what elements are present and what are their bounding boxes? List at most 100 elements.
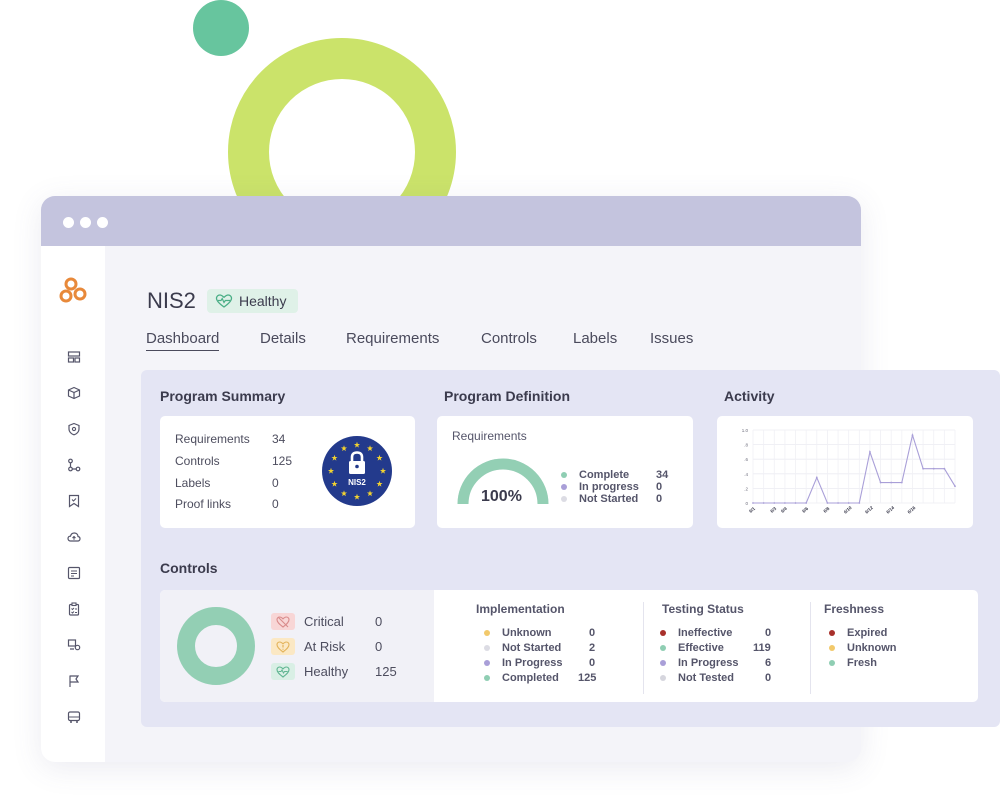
x-tick-label: 6/10	[843, 505, 853, 515]
heart-pulse-icon	[276, 665, 290, 678]
bus-icon[interactable]	[67, 710, 81, 724]
shield-icon[interactable]	[67, 422, 81, 436]
report-icon[interactable]	[67, 566, 81, 580]
y-tick-label: .8	[744, 443, 748, 448]
cloud-icon[interactable]	[67, 530, 81, 544]
legend-complete-value: 34	[656, 469, 669, 481]
impl-not-started: Not Started	[484, 642, 561, 654]
data-point	[847, 502, 850, 504]
window-titlebar	[41, 196, 861, 246]
data-point	[922, 467, 925, 470]
fresh-expired: Expired	[829, 627, 887, 639]
controls-critical-value: 0	[375, 614, 383, 629]
vendor-icon[interactable]	[67, 638, 81, 652]
tab-controls[interactable]: Controls	[481, 330, 537, 347]
window-dot-2[interactable]	[80, 217, 91, 228]
summary-value-controls: 125	[272, 454, 293, 468]
window-dot-3[interactable]	[97, 217, 108, 228]
x-tick-label: 6/6	[801, 506, 809, 514]
data-point	[943, 467, 946, 470]
decorative-green-dot	[193, 0, 249, 56]
summary-label-labels: Labels	[175, 476, 211, 490]
fresh-unknown: Unknown	[829, 642, 897, 654]
bookmark-icon[interactable]	[67, 494, 81, 508]
controls-title: Controls	[160, 560, 218, 576]
dashboard-panel: Program Summary Requirements 34 Controls…	[141, 370, 1000, 727]
window-dot-1[interactable]	[63, 217, 74, 228]
test-in-progress: In Progress	[660, 657, 739, 669]
nis2-badge: NIS2	[322, 436, 392, 506]
critical-chip	[271, 613, 295, 630]
x-tick-label: 6/16	[907, 505, 917, 515]
impl-unknown-value: 0	[589, 627, 596, 639]
flag-icon[interactable]	[67, 674, 81, 688]
activity-line-chart: 0 .2 .4 .6 .8 1.0 6/1 6/3 6/4 6/6 6/8 6/10 6/12 6/14 6…	[742, 428, 956, 515]
program-definition-title: Program Definition	[444, 388, 571, 404]
legend-dot	[561, 484, 567, 490]
legend-dot	[561, 496, 567, 502]
summary-value-labels: 0	[272, 476, 279, 490]
legend-complete: Complete	[561, 469, 629, 481]
controls-healthy-value: 125	[375, 664, 397, 679]
x-tick-label: 6/1	[748, 506, 756, 514]
data-point	[932, 467, 935, 470]
column-divider	[810, 602, 811, 694]
at-risk-chip	[271, 638, 295, 655]
test-effective: Effective	[660, 642, 724, 654]
fresh-fresh: Fresh	[829, 657, 877, 669]
data-point	[794, 502, 797, 504]
impl-completed: Completed	[484, 672, 559, 684]
y-tick-label: 0	[745, 501, 748, 506]
tab-labels[interactable]: Labels	[573, 330, 617, 347]
x-tick-label: 6/14	[885, 505, 895, 515]
flow-icon[interactable]	[67, 458, 81, 472]
heart-pulse-icon	[215, 294, 233, 308]
legend-dot	[561, 472, 567, 478]
controls-at-risk-value: 0	[375, 639, 383, 654]
box-icon[interactable]	[67, 386, 81, 400]
program-summary-card: Requirements 34 Controls 125 Labels 0 Pr…	[160, 416, 415, 528]
page-title: NIS2	[147, 288, 196, 313]
data-point	[773, 502, 776, 504]
data-point	[837, 502, 839, 504]
freshness-title: Freshness	[824, 602, 885, 616]
app-logo-icon[interactable]	[59, 276, 91, 308]
x-tick-label: 6/8	[822, 506, 830, 514]
healthy-chip	[271, 663, 295, 680]
testing-status-title: Testing Status	[662, 602, 744, 616]
x-tick-label: 6/3	[769, 506, 777, 514]
tab-issues[interactable]: Issues	[650, 330, 693, 347]
status-badge-label: Healthy	[239, 293, 287, 309]
data-point	[890, 481, 893, 484]
implementation-title: Implementation	[476, 602, 565, 616]
y-tick-label: .6	[744, 457, 748, 462]
tab-dashboard[interactable]: Dashboard	[146, 330, 220, 351]
test-not-tested: Not Tested	[660, 672, 734, 684]
x-tick-label: 6/4	[780, 506, 788, 514]
summary-label-proof-links: Proof links	[175, 497, 232, 511]
data-point	[954, 485, 956, 488]
impl-unknown: Unknown	[484, 627, 552, 639]
summary-value-requirements: 34	[272, 432, 286, 446]
legend-not-started-value: 0	[656, 493, 663, 505]
controls-at-risk-label: At Risk	[304, 639, 346, 654]
clipboard-icon[interactable]	[67, 602, 81, 616]
activity-card: 0 .2 .4 .6 .8 1.0 6/1 6/3 6/4 6/6 6/8 6/10 6/12 6/14 6…	[717, 416, 973, 528]
dashboard-icon[interactable]	[67, 350, 81, 364]
controls-critical-label: Critical	[304, 614, 344, 629]
sidebar	[41, 246, 105, 762]
legend-in-progress: In progress	[561, 481, 639, 493]
tab-details[interactable]: Details	[260, 330, 306, 347]
legend-in-progress-value: 0	[656, 481, 663, 493]
impl-completed-value: 125	[578, 672, 597, 684]
test-in-progress-value: 6	[765, 657, 772, 669]
tab-requirements[interactable]: Requirements	[346, 330, 439, 347]
y-tick-label: .2	[744, 486, 748, 491]
definition-card-title: Requirements	[452, 429, 527, 443]
broken-heart-icon	[276, 615, 290, 628]
summary-value-proof-links: 0	[272, 497, 279, 511]
status-badge: Healthy	[207, 289, 299, 313]
controls-card: Critical 0 At Risk 0 Healthy 125 Impleme…	[160, 590, 978, 702]
y-tick-label: 1.0	[742, 428, 749, 433]
data-point	[911, 434, 914, 437]
